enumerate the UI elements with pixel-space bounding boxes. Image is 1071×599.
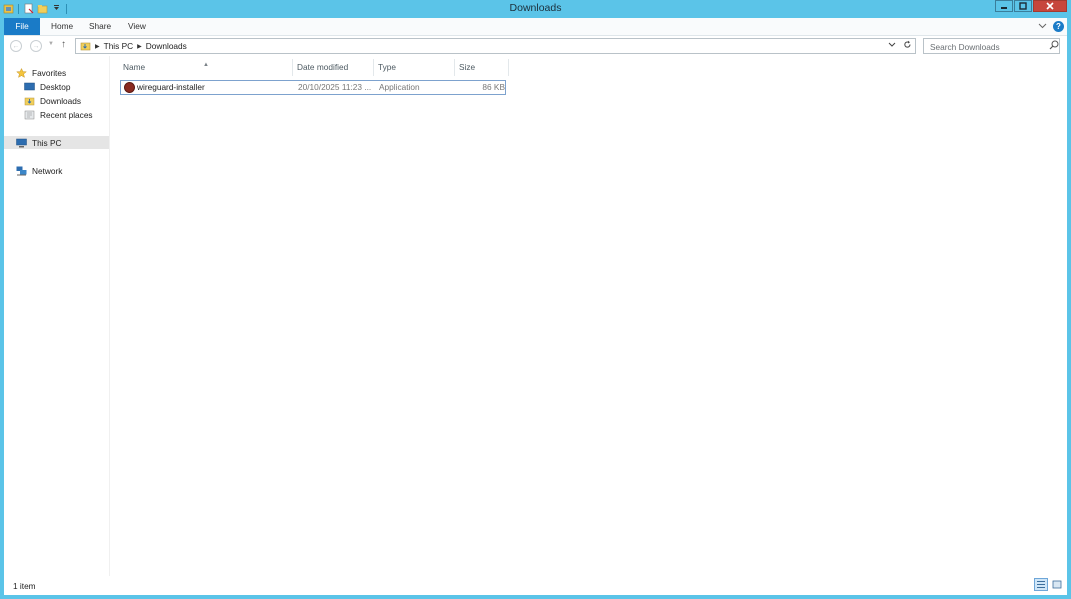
forward-arrow-icon: → [32, 42, 40, 50]
content-area: Favorites Desktop Downloads Recent place… [4, 56, 1067, 595]
application-icon [124, 82, 135, 93]
expand-ribbon-icon[interactable] [1038, 21, 1047, 32]
minimize-icon [1001, 7, 1007, 9]
computer-icon [16, 138, 27, 148]
close-icon [1046, 2, 1054, 10]
address-dropdown-icon[interactable] [888, 40, 896, 51]
column-header-date-label: Date modified [297, 62, 349, 72]
breadcrumb-this-pc[interactable]: This PC [104, 41, 134, 51]
maximize-button[interactable] [1014, 0, 1032, 12]
column-header-name[interactable]: Name ▲ [119, 59, 293, 76]
up-button[interactable]: ↑ [61, 39, 66, 50]
ribbon-right-controls: ? [1038, 21, 1064, 32]
star-icon [16, 67, 27, 78]
network-icon [16, 166, 27, 176]
nav-downloads-label: Downloads [40, 95, 82, 106]
large-icons-view-button[interactable] [1050, 578, 1064, 591]
forward-button[interactable]: → [30, 40, 42, 52]
nav-recent-places[interactable]: Recent places [24, 108, 93, 121]
details-view-button[interactable] [1034, 578, 1048, 591]
explorer-window: Downloads File Home Share View ? ← → ▼ ↑… [0, 0, 1071, 599]
nav-desktop-label: Desktop [40, 81, 71, 92]
refresh-icon[interactable] [903, 40, 912, 51]
tab-file[interactable]: File [4, 18, 40, 35]
column-header-date[interactable]: Date modified [293, 59, 374, 76]
search-icon[interactable] [1049, 40, 1062, 52]
view-switcher [1034, 578, 1064, 591]
address-row: ← → ▼ ↑ ▶ This PC ▶ Downloads Search Dow… [4, 36, 1067, 56]
downloads-folder-icon [24, 96, 35, 106]
column-header-size[interactable]: Size [455, 59, 509, 76]
window-title: Downloads [509, 2, 562, 14]
nav-network-label: Network [32, 165, 63, 176]
column-header-type-label: Type [378, 62, 396, 72]
file-date-modified: 20/10/2025 11:23 ... [298, 82, 372, 92]
nav-network[interactable]: Network [16, 164, 62, 177]
nav-desktop[interactable]: Desktop [24, 80, 70, 93]
breadcrumb-downloads[interactable]: Downloads [146, 41, 187, 51]
nav-this-pc[interactable]: This PC [4, 136, 109, 149]
tab-home[interactable]: Home [43, 18, 81, 35]
nav-favorites-label: Favorites [32, 67, 67, 78]
file-name: wireguard-installer [137, 82, 205, 92]
details-view-icon [1037, 581, 1045, 588]
window-controls [995, 0, 1067, 12]
up-arrow-icon: ↑ [61, 39, 66, 50]
tab-view[interactable]: View [120, 18, 154, 35]
sort-ascending-icon: ▲ [203, 62, 209, 68]
column-header-name-label: Name [123, 62, 146, 72]
file-type: Application [379, 82, 420, 92]
column-header-size-label: Size [459, 62, 476, 72]
help-icon[interactable]: ? [1053, 21, 1064, 32]
minimize-button[interactable] [995, 0, 1013, 12]
address-tools [888, 40, 912, 51]
ribbon-tabs: File Home Share View ? [4, 18, 1067, 36]
maximize-icon [1019, 2, 1027, 10]
status-bar: 1 item [4, 576, 1067, 595]
title-bar[interactable]: Downloads [0, 0, 1071, 17]
close-button[interactable] [1033, 0, 1067, 12]
back-button[interactable]: ← [10, 40, 22, 52]
nav-favorites[interactable]: Favorites [16, 66, 66, 79]
nav-recent-places-label: Recent places [40, 109, 93, 120]
desktop-icon [24, 82, 35, 92]
address-bar[interactable]: ▶ This PC ▶ Downloads [75, 38, 916, 54]
folder-location-icon [80, 40, 91, 53]
column-header-type[interactable]: Type [374, 59, 455, 76]
file-size: 86 KB [482, 82, 505, 92]
recent-locations-chevron-icon[interactable]: ▼ [48, 41, 54, 47]
recent-places-icon [24, 110, 35, 120]
large-icons-view-icon [1052, 580, 1062, 589]
table-row[interactable]: wireguard-installer 20/10/2025 11:23 ...… [120, 80, 506, 95]
back-arrow-icon: ← [12, 42, 20, 50]
breadcrumb-separator-icon[interactable]: ▶ [137, 43, 142, 50]
navigation-pane: Favorites Desktop Downloads Recent place… [4, 56, 110, 576]
tab-share[interactable]: Share [81, 18, 119, 35]
breadcrumb-separator-icon[interactable]: ▶ [95, 43, 100, 50]
nav-this-pc-label: This PC [32, 137, 62, 148]
item-count: 1 item [13, 581, 36, 591]
nav-downloads[interactable]: Downloads [24, 94, 81, 107]
search-input[interactable]: Search Downloads [923, 38, 1060, 54]
